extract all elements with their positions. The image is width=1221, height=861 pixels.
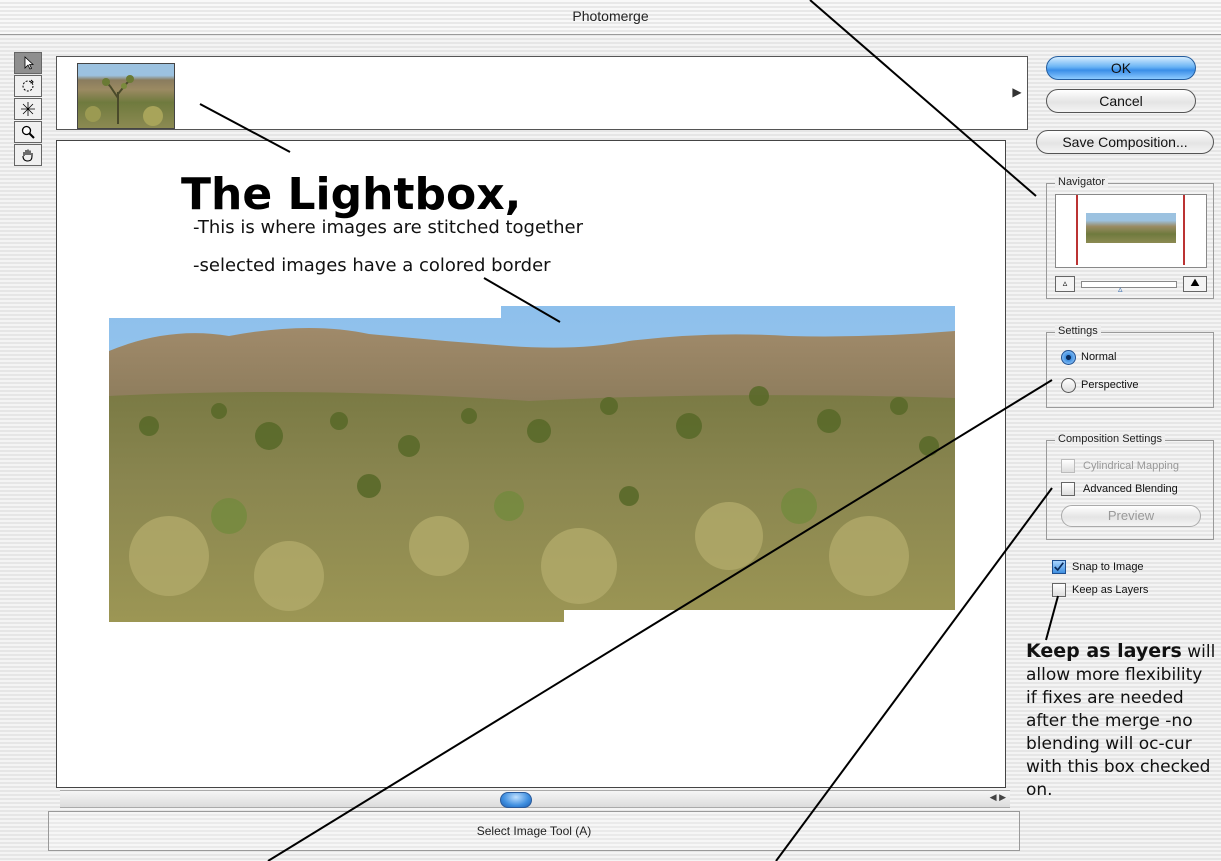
navigator-pointer-line: [809, 0, 1037, 197]
perspective-pointer-line: [267, 379, 1053, 861]
keep-as-layers-pointer-line: [1045, 595, 1059, 641]
advanced-blending-pointer-line: [775, 487, 1053, 861]
lightbox-pointer-line: [483, 277, 561, 323]
filmstrip-pointer-line: [199, 103, 291, 153]
annotation-lines: [199, 0, 1059, 861]
